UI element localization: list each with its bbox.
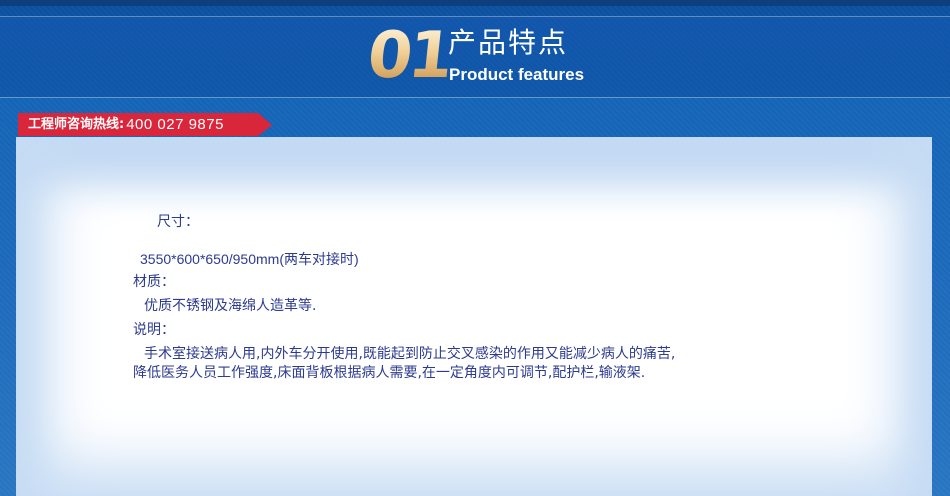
section-number: 01 [364,19,453,93]
material-label: 材质： [133,274,175,290]
hotline-badge: 工程师咨询热线: 400 027 9875 [18,113,272,136]
content-card [16,137,932,496]
hotline-number: 400 027 9875 [126,116,224,133]
description-line-2: 降低医务人员工作强度,床面背板根据病人需要,在一定角度内可调节,配护栏,输液架. [133,365,646,381]
material-value: 优质不锈钢及海绵人造革等. [144,298,317,314]
description-line-1: 手术室接送病人用,内外车分开使用,既能起到防止交叉感染的作用又能减少病人的痛苦, [144,346,676,362]
size-label: 尺寸： [157,214,199,230]
section-title-en: Product features [449,65,585,84]
size-value: 3550*600*650/950mm(两车对接时) [140,251,359,267]
top-strip [0,0,950,6]
description-label: 说明： [133,322,175,338]
hotline-label: 工程师咨询热线: [28,117,125,132]
section-title-cn: 产品特点 [448,26,569,59]
page-background: 01 产品特点 Product features 工程师咨询热线: 400 02… [0,0,950,496]
